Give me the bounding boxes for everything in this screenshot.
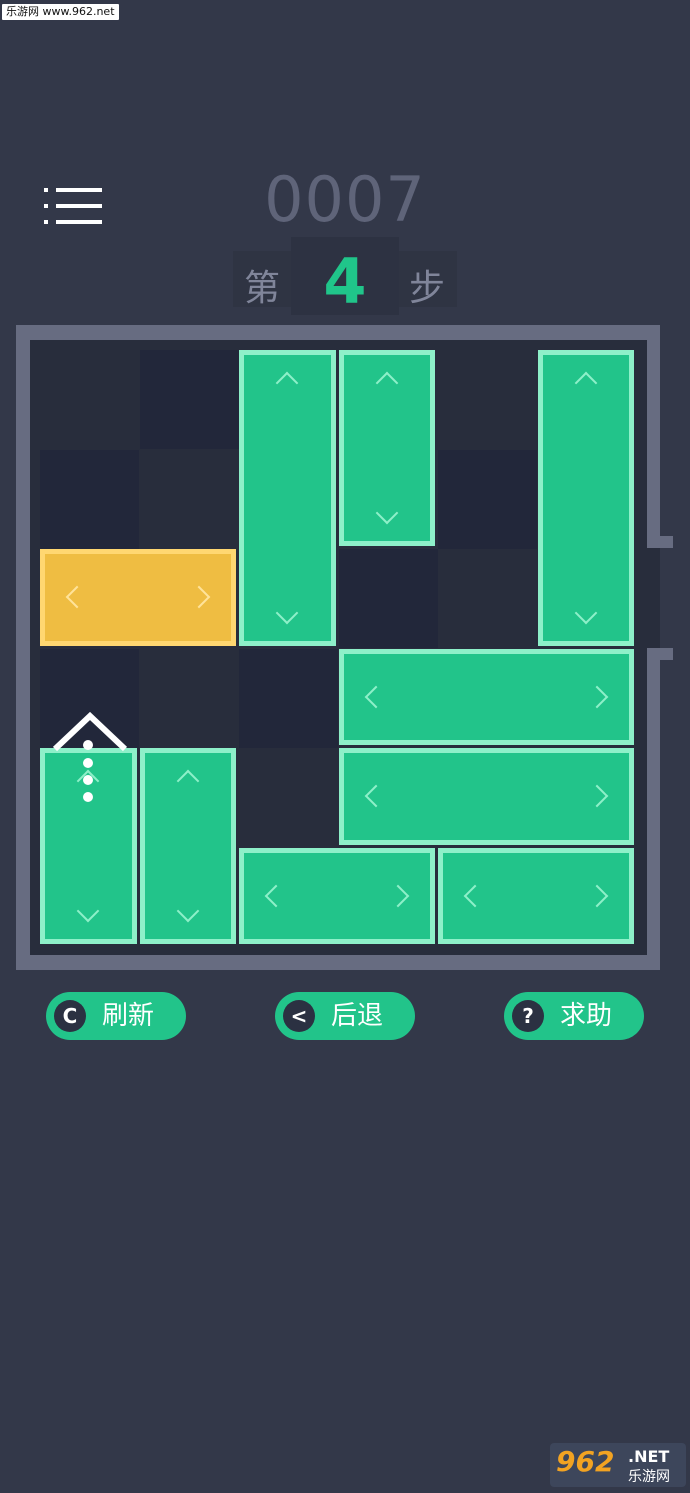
chevron-up-icon [574, 371, 598, 395]
chevron-up-icon [176, 769, 200, 793]
chevron-down-icon [574, 601, 598, 624]
exit-lane [645, 548, 660, 648]
target-block[interactable] [40, 549, 236, 646]
dark-cell [40, 449, 139, 549]
step-counter: 第 4 步 [233, 237, 457, 318]
sliding-block[interactable] [537, 350, 634, 646]
sliding-block[interactable] [438, 847, 634, 944]
chevron-right-icon [585, 784, 609, 808]
dark-cell [239, 648, 338, 748]
dark-cell [139, 350, 239, 449]
site-logo: 962 .NET 乐游网 [550, 1443, 686, 1487]
refresh-icon: C [54, 1000, 86, 1032]
sliding-block[interactable] [239, 350, 336, 646]
chevron-up-icon [375, 371, 399, 395]
undo-button[interactable]: < 后退 [275, 992, 415, 1040]
question-icon: ? [512, 1000, 544, 1032]
chevron-down-icon [176, 899, 200, 923]
watermark-top: 乐游网 www.962.net [2, 4, 119, 20]
chevron-left-icon [264, 884, 288, 908]
refresh-button[interactable]: C 刷新 [46, 992, 186, 1040]
chevron-left-icon [65, 585, 89, 609]
back-chevron-icon: < [283, 1000, 315, 1032]
score-counter: 0007 [264, 163, 426, 236]
chevron-left-icon [463, 884, 487, 908]
steps-value: 4 [323, 245, 367, 318]
chevron-down-icon [275, 601, 299, 624]
logo-cn: 乐游网 [628, 1469, 670, 1485]
dark-cell [438, 449, 537, 549]
chevron-left-icon [364, 784, 387, 808]
refresh-label: 刷新 [102, 1001, 155, 1031]
dark-cell [338, 549, 438, 648]
chevron-right-icon [386, 884, 410, 908]
sliding-block[interactable] [139, 748, 236, 944]
exit-wall-top [645, 536, 673, 548]
logo-net: .NET [628, 1447, 670, 1466]
hint-dot [83, 758, 93, 768]
chevron-right-icon [585, 884, 609, 908]
chevron-right-icon [585, 685, 609, 709]
chevron-down-icon [76, 899, 100, 923]
logo-number: 962 [556, 1445, 615, 1478]
exit-wall-bottom [645, 648, 673, 660]
sliding-block[interactable] [338, 648, 634, 745]
hint-dot [83, 775, 93, 785]
help-label: 求助 [560, 1001, 613, 1031]
steps-suffix: 步 [409, 268, 446, 309]
chevron-right-icon [187, 585, 211, 609]
chevron-up-icon [275, 371, 299, 395]
hint-dot [83, 792, 93, 802]
sliding-block[interactable] [338, 748, 634, 845]
sliding-block[interactable] [239, 847, 435, 944]
help-button[interactable]: ? 求助 [504, 992, 644, 1040]
chevron-left-icon [364, 685, 387, 709]
chevron-down-icon [375, 501, 399, 525]
undo-label: 后退 [331, 1001, 384, 1031]
steps-prefix: 第 [244, 268, 281, 309]
sliding-block[interactable] [338, 350, 435, 546]
hint-dot [83, 740, 93, 750]
